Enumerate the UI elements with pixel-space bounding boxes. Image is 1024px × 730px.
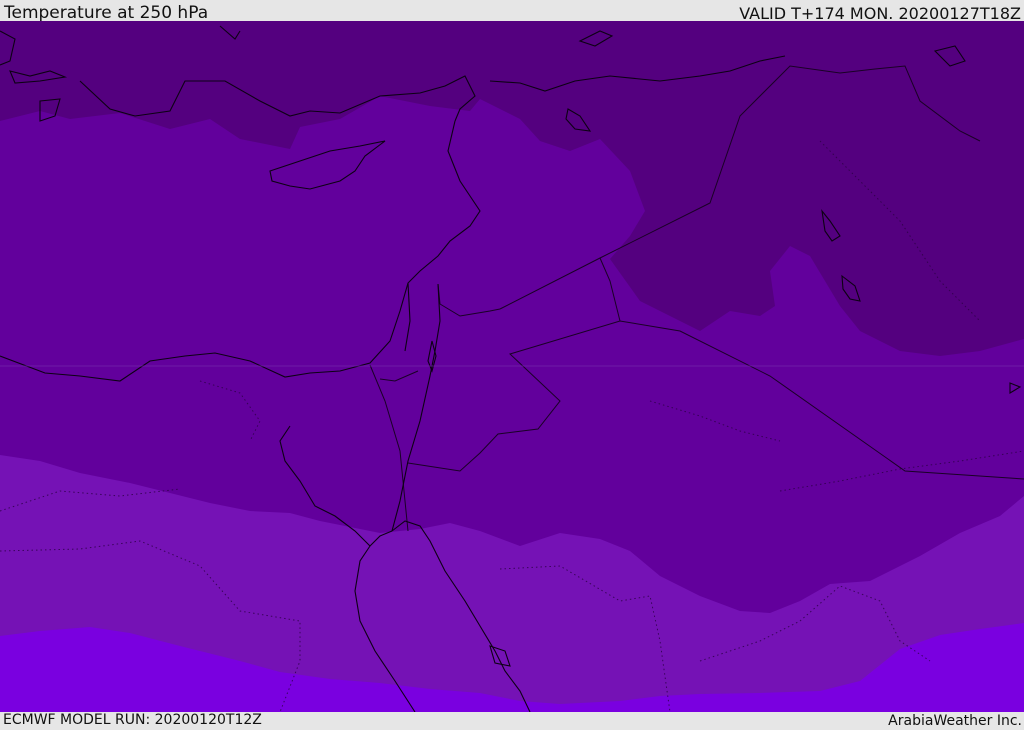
temperature-map[interactable] (0, 21, 1024, 712)
map-title: Temperature at 250 hPa (4, 3, 209, 23)
header-bar: Temperature at 250 hPa VALID T+174 MON. … (0, 0, 1024, 23)
footer-bar: ECMWF MODEL RUN: 20200120T12Z ArabiaWeat… (0, 712, 1024, 729)
model-run: ECMWF MODEL RUN: 20200120T12Z (3, 712, 262, 728)
map-page: Temperature at 250 hPa VALID T+174 MON. … (0, 0, 1024, 729)
credit-text: ArabiaWeather Inc. (888, 713, 1022, 729)
